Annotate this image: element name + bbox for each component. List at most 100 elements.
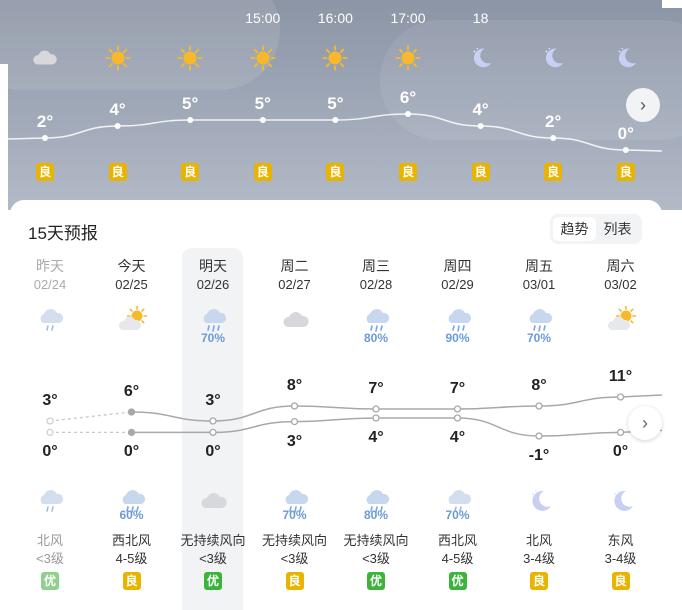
day-date: 02/28 — [359, 277, 393, 292]
air-quality-badge: 优 — [448, 572, 467, 590]
day-precip-probability: 80% — [363, 331, 389, 345]
air-quality-badge: 良 — [471, 163, 490, 181]
air-quality-badge: 优 — [367, 572, 385, 590]
sun-icon — [321, 44, 349, 72]
rain-icon — [362, 306, 392, 334]
day-name: 周三 — [362, 258, 390, 274]
day-date: 02/24 — [33, 277, 67, 292]
hour-temperature: 5° — [182, 94, 199, 113]
hourly-temperature-point — [114, 123, 121, 129]
wind-level: 3-4级 — [604, 551, 637, 566]
day-name: 昨天 — [36, 258, 64, 274]
daily-next-button[interactable]: › — [628, 406, 662, 440]
hourly-temperature-point — [259, 117, 266, 123]
hour-label: 18 — [472, 10, 489, 26]
day-name: 周五 — [525, 258, 553, 274]
rain-icon — [525, 306, 555, 334]
day-column[interactable]: 明天 02/26 70% 3° 0° 无持续风向 <3级优 — [173, 200, 253, 610]
day-column[interactable]: 周三 02/28 80% 7° 4° 80% 无持续风向 <3级优 — [336, 200, 416, 610]
day-column[interactable]: 周四 02/29 90% 7° 4° 70% 西北风 4-5级优 — [418, 200, 498, 610]
cloudy-icon — [199, 487, 229, 515]
hourly-temperature-point — [332, 117, 339, 123]
air-quality-badge: 良 — [36, 163, 54, 181]
air-quality-badge: 良 — [326, 163, 345, 181]
hour-temperature: 0° — [617, 124, 634, 143]
page-edge — [0, 64, 8, 210]
day-date: 02/29 — [441, 277, 474, 292]
wind-direction: 西北风 — [111, 533, 151, 548]
wind-level: <3级 — [362, 551, 390, 566]
sun-icon — [176, 44, 204, 72]
day-date: 02/26 — [196, 277, 230, 292]
air-quality-badge: 良 — [399, 163, 417, 181]
day-column[interactable]: 周五 03/01 70% 8° -1° 北风 3-4级良 — [499, 200, 579, 610]
day-column[interactable]: 昨天 02/24 3° 0° 北风 <3级优 — [10, 200, 90, 610]
hour-temperature: 2° — [545, 112, 562, 131]
low-temperature: 4° — [368, 429, 384, 446]
hour-temperature: 5° — [254, 94, 271, 113]
hourly-next-button[interactable]: › — [626, 88, 660, 122]
hour-label: 15:00 — [245, 10, 281, 26]
wind-level: 4-5级 — [441, 551, 474, 566]
wind-direction: 西北风 — [437, 533, 477, 548]
air-quality-badge: 优 — [204, 572, 222, 590]
air-quality-badge: 优 — [41, 572, 59, 590]
high-temperature: 8° — [286, 377, 303, 394]
night-precip-probability: 80% — [363, 508, 389, 522]
high-temperature: 11° — [608, 368, 633, 385]
high-temperature: 3° — [42, 392, 58, 409]
air-quality-badge: 良 — [530, 572, 548, 590]
cloudy-icon — [31, 44, 59, 72]
sun-icon — [249, 44, 277, 72]
low-temperature: 0° — [42, 443, 58, 461]
day-precip-probability: 70% — [526, 331, 552, 345]
light-rain-icon — [36, 487, 66, 515]
hour-temperature: 6° — [399, 88, 417, 107]
cloudy-icon — [281, 306, 311, 334]
moon-icon — [525, 487, 555, 515]
day-name: 明天 — [199, 258, 227, 274]
high-temperature: 7° — [368, 380, 384, 397]
day-column[interactable]: 今天 02/25 6° 0° 60% 西北风 4-5级良 — [92, 200, 172, 610]
air-quality-badge: 良 — [544, 163, 563, 181]
night-precip-probability: 70% — [282, 508, 307, 522]
sun-icon — [104, 44, 132, 72]
hourly-temperature-point — [187, 117, 194, 123]
sun-icon — [394, 44, 422, 72]
air-quality-badge: 良 — [285, 572, 304, 590]
low-temperature: 0° — [612, 443, 629, 461]
rain-icon — [199, 306, 229, 334]
day-date: 02/27 — [278, 277, 311, 292]
air-quality-badge: 良 — [108, 163, 127, 181]
day-precip-probability: 70% — [200, 331, 226, 345]
low-temperature: 0° — [205, 443, 221, 461]
low-temperature: 0° — [123, 443, 140, 461]
day-column[interactable]: 周二 02/27 8° 3° 70% 无持续风向 <3级良 — [255, 200, 335, 610]
air-quality-badge: 良 — [253, 163, 272, 181]
moon-icon — [607, 487, 637, 515]
day-date: 03/02 — [604, 277, 637, 292]
low-temperature: 4° — [449, 429, 466, 446]
day-date: 02/25 — [115, 277, 148, 292]
hourly-temperature-point — [42, 135, 48, 141]
rain-icon — [444, 306, 474, 334]
wind-level: <3级 — [199, 551, 227, 566]
low-temperature: 3° — [286, 432, 303, 450]
hourly-temperature-point — [477, 123, 484, 129]
day-precip-probability: 90% — [445, 331, 470, 345]
high-temperature: 8° — [531, 377, 547, 394]
fifteen-day-forecast-card: 15天预报 趋势 列表 昨天 02/24 3° 0° 北风 <3级优今天 02/25 6° 0°… — [10, 200, 662, 610]
hour-temperature: 2° — [36, 112, 54, 131]
page-edge — [662, 0, 682, 8]
low-temperature: -1° — [528, 447, 550, 464]
wind-direction: 无持续风向 — [180, 533, 246, 548]
high-temperature: 6° — [123, 383, 140, 400]
wind-level: 3-4级 — [523, 551, 555, 566]
day-name: 今天 — [117, 258, 146, 274]
hour-temperature: 4° — [472, 100, 489, 119]
wind-direction: 北风 — [36, 533, 63, 548]
partly-cloudy-icon — [607, 306, 637, 334]
day-column[interactable]: 周六 03/02 11° 0° 东风 3-4级良 — [581, 200, 661, 610]
hourly-temperature-point — [550, 135, 557, 141]
night-precip-probability: 60% — [119, 508, 144, 522]
